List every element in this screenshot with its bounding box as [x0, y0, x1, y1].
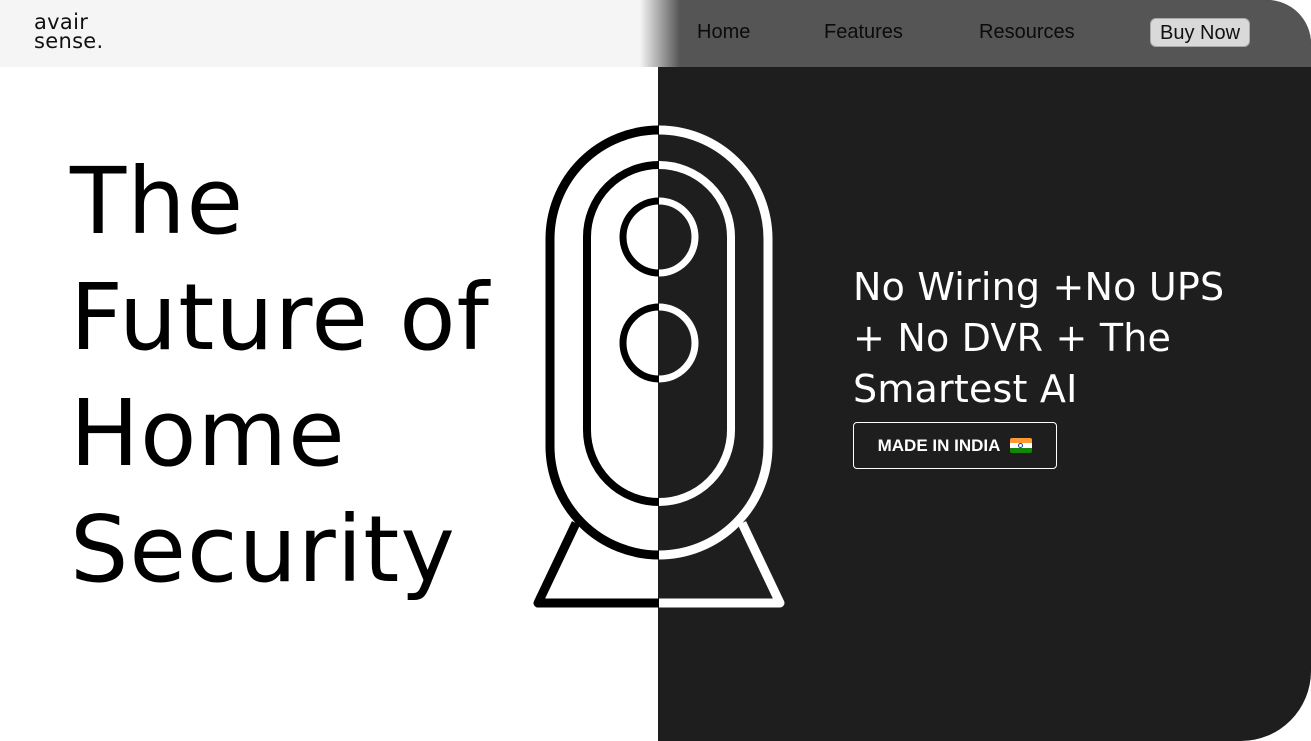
tagline-line-2: + No DVR + The [853, 316, 1172, 360]
nav-features-link[interactable]: Features [824, 21, 903, 44]
badge-label: MADE IN INDIA [877, 435, 1001, 455]
hero-headline: The Future of Home Security [70, 144, 540, 608]
headline-line-1: The [70, 148, 245, 255]
hero-tagline: No Wiring +No UPS + No DVR + The Smartes… [853, 262, 1273, 415]
nav-resources-link[interactable]: Resources [979, 21, 1075, 44]
buy-now-button[interactable]: Buy Now [1150, 18, 1250, 47]
brand-logo[interactable]: avair sense. [34, 12, 104, 53]
india-flag-icon [1010, 438, 1033, 453]
tagline-line-1: No Wiring +No UPS [853, 265, 1225, 309]
headline-line-4: Security [70, 496, 456, 603]
headline-line-3: Home [70, 380, 346, 487]
logo-line2: sense. [34, 29, 104, 53]
security-camera-illustration [533, 125, 785, 608]
headline-line-2: Future of [70, 264, 490, 371]
made-in-india-badge: MADE IN INDIA [853, 422, 1057, 469]
tagline-line-3: Smartest AI [853, 367, 1078, 411]
nav-home-link[interactable]: Home [697, 21, 750, 44]
page: avair sense. Home Features Resources Buy… [0, 0, 1311, 741]
